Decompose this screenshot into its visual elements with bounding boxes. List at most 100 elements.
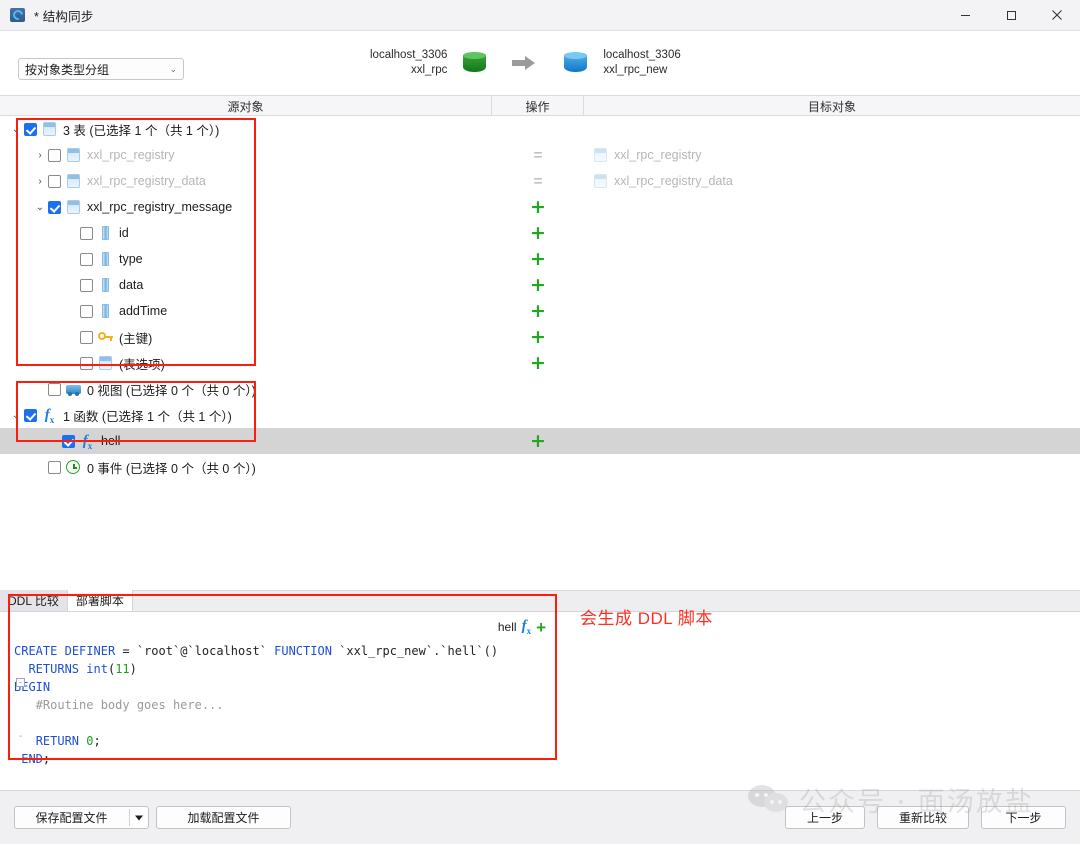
- code-fold-toggle[interactable]: -: [16, 678, 25, 687]
- ddl-code-block[interactable]: CREATE DEFINER = `root`@`localhost` FUNC…: [0, 642, 556, 787]
- tree-row-target-cell: [584, 324, 1080, 350]
- tree-row-operation-cell: +: [492, 350, 584, 376]
- structure-sync-window: * 结构同步 按对象类型分组 ⌄ localhost_3306 xxl_rpc: [0, 0, 1080, 844]
- tree-twisty[interactable]: ⌄: [32, 199, 48, 215]
- tree-twisty[interactable]: ›: [32, 173, 48, 189]
- tree-row-target-cell: [584, 220, 1080, 246]
- tree-row-checkbox[interactable]: [24, 122, 37, 136]
- tree-row-operation-cell: +: [492, 246, 584, 272]
- plus-icon[interactable]: +: [530, 249, 546, 269]
- tree-row-checkbox[interactable]: [48, 148, 61, 162]
- tree-row-checkbox[interactable]: [80, 304, 93, 318]
- tree-row-target-cell: [584, 246, 1080, 272]
- tree-row-source-cell: 0 事件 (已选择 0 个（共 0 个）): [0, 454, 492, 480]
- tree-row-col-addTime[interactable]: addTime +: [0, 298, 1080, 324]
- ddl-tab-0[interactable]: DDL 比较: [0, 590, 68, 611]
- tree-row-col-data[interactable]: data +: [0, 272, 1080, 298]
- database-route: localhost_3306 xxl_rpc localhost_3306 xx…: [370, 41, 681, 85]
- tree-row-xxl_rpc_registry_message[interactable]: ⌄ xxl_rpc_registry_message +: [0, 194, 1080, 220]
- tree-twisty[interactable]: ›: [32, 147, 48, 163]
- top-toolbar: 按对象类型分组 ⌄ localhost_3306 xxl_rpc localho…: [0, 31, 1080, 95]
- tree-row-views-group[interactable]: 0 视图 (已选择 0 个（共 0 个）): [0, 376, 1080, 402]
- ddl-object-name: hell: [497, 620, 517, 634]
- tree-row-operation-cell: +: [492, 220, 584, 246]
- save-profile-button[interactable]: 保存配置文件: [14, 806, 149, 829]
- tree-row-xxl_rpc_registry[interactable]: › xxl_rpc_registry = xxl_rpc_registry: [0, 142, 1080, 168]
- tree-row-checkbox[interactable]: [62, 434, 75, 448]
- tree-row-source-cell: fx hell: [0, 428, 492, 454]
- tree-row-events-group[interactable]: 0 事件 (已选择 0 个（共 0 个）): [0, 454, 1080, 480]
- column-header-operation[interactable]: 操作: [492, 96, 584, 116]
- tree-row-checkbox[interactable]: [48, 382, 61, 396]
- tree-row-label: xxl_rpc_registry_data: [87, 174, 206, 188]
- tree-twisty-spacer: [64, 303, 80, 319]
- minimize-icon[interactable]: [942, 0, 988, 31]
- tree-row-table-options[interactable]: (表选项) +: [0, 350, 1080, 376]
- tree-row-operation-cell: =: [492, 142, 584, 168]
- tree-row-checkbox[interactable]: [48, 174, 61, 188]
- tree-twisty[interactable]: ⌄: [8, 407, 24, 423]
- column-header-source[interactable]: 源对象: [0, 96, 492, 116]
- plus-icon[interactable]: +: [530, 197, 546, 217]
- table-icon: [65, 173, 82, 189]
- tree-row-label: data: [119, 278, 144, 292]
- group-by-select[interactable]: 按对象类型分组 ⌄: [18, 58, 184, 80]
- plus-icon[interactable]: +: [530, 223, 546, 243]
- tree-row-target-cell: [584, 428, 1080, 454]
- tree-row-target-cell: xxl_rpc_registry: [584, 142, 1080, 168]
- group-by-select-value: 按对象类型分组: [25, 62, 110, 77]
- tree-row-label: id: [119, 226, 129, 240]
- plus-icon[interactable]: +: [530, 353, 546, 373]
- tree-row-source-cell: addTime: [0, 298, 492, 324]
- tree-row-checkbox[interactable]: [80, 330, 93, 344]
- close-icon[interactable]: [1034, 0, 1080, 31]
- tree-row-xxl_rpc_registry_data[interactable]: › xxl_rpc_registry_data = xxl_rpc_registry_…: [0, 168, 1080, 194]
- code-line-3: #Routine body goes here...: [14, 698, 224, 712]
- tree-row-checkbox[interactable]: [80, 252, 93, 266]
- ddl-panel: DDL 比较 部署脚本 hell fx + CREATE DEFINER = `r…: [0, 590, 1080, 790]
- column-icon: [97, 303, 114, 319]
- tree-row-checkbox[interactable]: [48, 460, 61, 474]
- tree-row-label: (表选项): [119, 357, 165, 372]
- tree-row-functions-group[interactable]: ⌄ fx 1 函数 (已选择 1 个（共 1 个）): [0, 402, 1080, 428]
- tree-row-checkbox[interactable]: [24, 408, 37, 422]
- ddl-tab-1[interactable]: 部署脚本: [67, 590, 133, 611]
- tree-row-checkbox[interactable]: [48, 200, 61, 214]
- maximize-icon[interactable]: [988, 0, 1034, 31]
- column-icon: [97, 251, 114, 267]
- tree-row-target-cell: [584, 272, 1080, 298]
- prev-step-button[interactable]: 上一步: [785, 806, 865, 829]
- table-icon: [592, 147, 609, 163]
- tree-row-checkbox[interactable]: [80, 278, 93, 292]
- code-line-1: RETURNS int(11): [28, 662, 137, 676]
- column-header-target[interactable]: 目标对象: [584, 96, 1080, 116]
- caret-down-icon[interactable]: [135, 815, 143, 820]
- plus-icon[interactable]: +: [530, 431, 546, 451]
- tree-twisty-spacer: [64, 277, 80, 293]
- tree-row-label: 0 视图 (已选择 0 个（共 0 个）): [87, 383, 256, 398]
- load-profile-button[interactable]: 加载配置文件: [156, 806, 291, 829]
- tree-row-checkbox[interactable]: [80, 356, 93, 370]
- object-tree[interactable]: ⌄ 3 表 (已选择 1 个（共 1 个）) › xxl_rpc_registry = x…: [0, 116, 1080, 590]
- plus-icon[interactable]: +: [530, 327, 546, 347]
- tree-twisty[interactable]: ⌄: [8, 121, 24, 137]
- equals-icon: =: [533, 172, 543, 190]
- tree-row-source-cell: 0 视图 (已选择 0 个（共 0 个）): [0, 376, 492, 402]
- tree-row-primary-key[interactable]: (主键) +: [0, 324, 1080, 350]
- tree-row-checkbox[interactable]: [80, 226, 93, 240]
- ddl-panel-header: hell fx +: [0, 612, 556, 642]
- plus-icon[interactable]: +: [530, 301, 546, 321]
- tree-twisty-spacer: [32, 459, 48, 475]
- tree-row-col-type[interactable]: type +: [0, 246, 1080, 272]
- tree-row-target-cell: [584, 376, 1080, 402]
- target-host: localhost_3306: [603, 49, 681, 61]
- plus-icon[interactable]: +: [530, 275, 546, 295]
- tree-row-tables-group[interactable]: ⌄ 3 表 (已选择 1 个（共 1 个）): [0, 116, 1080, 142]
- tree-row-source-cell: ⌄ xxl_rpc_registry_message: [0, 194, 492, 220]
- next-step-button[interactable]: 下一步: [981, 806, 1066, 829]
- plus-icon[interactable]: +: [536, 619, 546, 636]
- tree-row-col-id[interactable]: id +: [0, 220, 1080, 246]
- recompare-button[interactable]: 重新比较: [877, 806, 969, 829]
- source-host: localhost_3306: [370, 49, 448, 61]
- tree-row-function-hell[interactable]: fx hell +: [0, 428, 1080, 454]
